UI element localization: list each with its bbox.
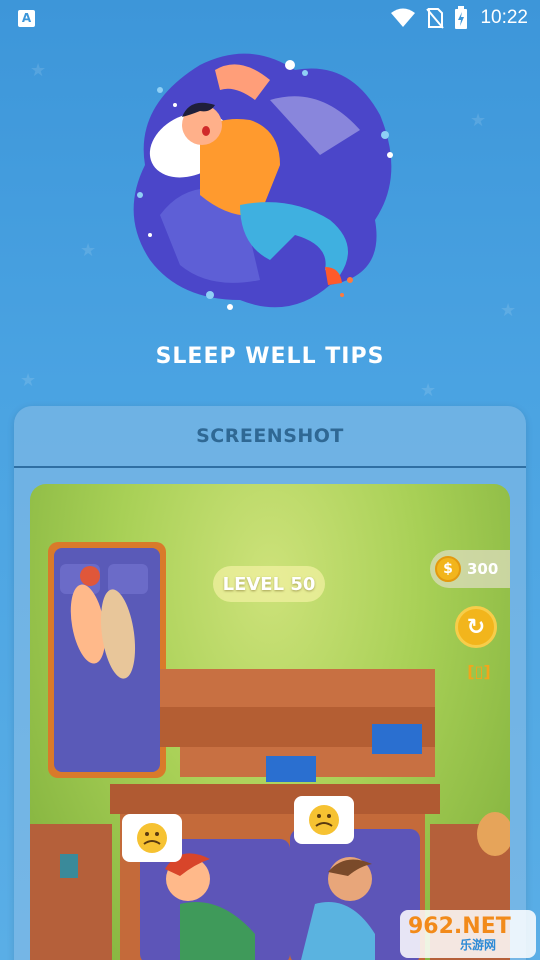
coin-icon: $ [435, 556, 461, 582]
wifi-icon [391, 8, 416, 27]
watermark-bottom-text: 乐游网 [460, 938, 497, 952]
background-star-icon: ★ [80, 240, 97, 261]
site-watermark-logo: 962.NET 乐游网 [400, 910, 536, 958]
app-title: SLEEP WELL TIPS [155, 344, 385, 369]
coin-counter: $ 300 [430, 550, 510, 588]
restart-button[interactable]: ↻ [455, 606, 497, 648]
status-time: 10:22 [480, 7, 528, 28]
vibrate-icon[interactable]: [▯] [466, 662, 492, 684]
coin-count: 300 [467, 560, 499, 578]
background-star-icon: ★ [30, 60, 47, 81]
watermark-top-text: 962.NET [408, 914, 511, 939]
background-star-icon: ★ [420, 380, 437, 401]
level-label: LEVEL 50 [213, 566, 325, 602]
background-star-icon: ★ [500, 300, 517, 321]
battery-charging-icon [455, 6, 468, 29]
card-header: SCREENSHOT [14, 406, 526, 468]
game-screenshot-image[interactable]: LEVEL 50 $ 300 ↻ [▯] [30, 484, 510, 960]
card-title: SCREENSHOT [196, 425, 344, 447]
background-star-icon: ★ [470, 110, 487, 131]
no-sim-icon [426, 8, 445, 29]
hero-illustration [120, 45, 420, 320]
status-bar: A 10:22 [0, 0, 540, 36]
notification-a-icon: A [18, 9, 35, 27]
restart-icon: ↻ [466, 614, 486, 640]
background-star-icon: ★ [20, 370, 37, 391]
